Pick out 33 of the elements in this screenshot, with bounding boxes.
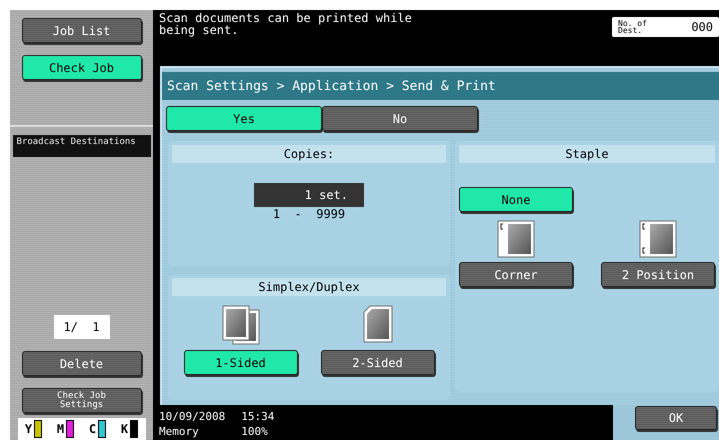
- ok-button[interactable]: OK: [635, 406, 717, 430]
- stapled-page-icon: [497, 220, 535, 258]
- option-button[interactable]: Corner: [459, 262, 573, 288]
- toner-label: Y: [24, 422, 32, 436]
- toggle-button[interactable]: Yes: [166, 106, 322, 132]
- option-button[interactable]: 2-Sided: [320, 350, 434, 376]
- destination-label: No. of Dest.: [618, 20, 648, 34]
- stapled-page-icon: [639, 220, 677, 258]
- panel-title: Copies:: [172, 145, 446, 164]
- toner-label: K: [120, 422, 128, 436]
- message-text: Scan documents can be printed while being sent.: [159, 12, 413, 36]
- page-counter: 1/ 1: [54, 315, 110, 339]
- toggle-button[interactable]: No: [322, 106, 478, 132]
- breadcrumb: Scan Settings > Application > Send & Print: [162, 72, 719, 100]
- panel-title: Staple: [459, 145, 715, 164]
- option-button[interactable]: 2 Position: [601, 262, 715, 288]
- copies-range: 1 - 9999: [272, 207, 346, 222]
- check-job-settings-button[interactable]: Check Job Settings: [22, 388, 142, 413]
- copies-field[interactable]: 1 set.: [254, 183, 364, 208]
- toner-label: C: [88, 422, 96, 436]
- sidebar-button[interactable]: Check Job: [22, 55, 142, 80]
- option-button[interactable]: 1-Sided: [184, 350, 298, 376]
- delete-button[interactable]: Delete: [22, 351, 142, 376]
- option-button[interactable]: None: [459, 187, 573, 212]
- section-title: Broadcast Destinations: [12, 135, 150, 157]
- date-text: 10/09/2008: [159, 411, 226, 426]
- memory-value: 100%: [241, 426, 269, 440]
- panel-title: Simplex/Duplex: [172, 278, 446, 296]
- memory-label: Memory: [159, 426, 200, 440]
- time-text: 15:34: [241, 411, 274, 426]
- sidebar-button[interactable]: Job List: [22, 18, 142, 43]
- toner-label: M: [56, 422, 64, 436]
- destination-value: 000: [691, 20, 713, 34]
